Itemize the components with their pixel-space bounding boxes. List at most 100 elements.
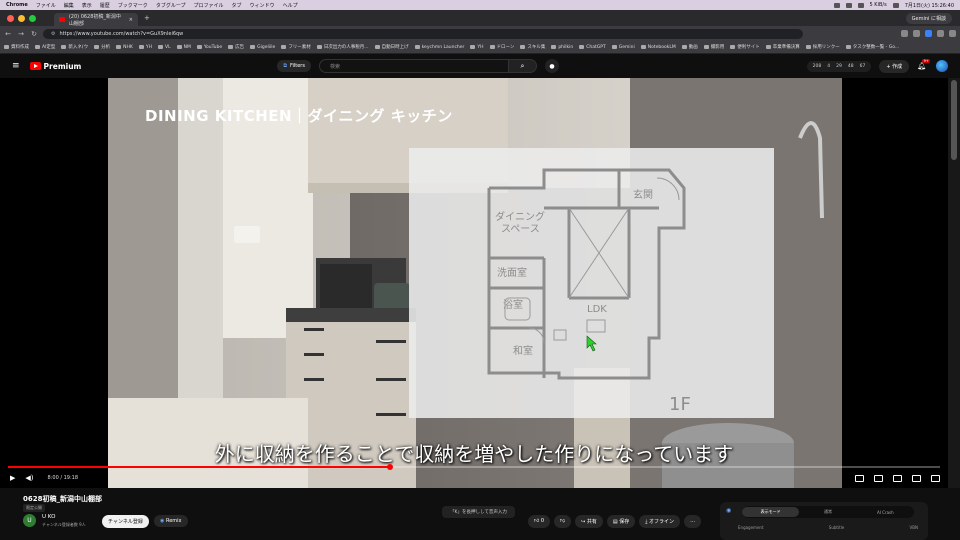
menu-item-window[interactable]: ウィンドウ [250,2,275,9]
site-info-icon[interactable]: ⚙ [51,31,55,37]
search-input[interactable]: 検索 [318,59,509,73]
bookmark-item[interactable]: NHK [116,45,133,50]
bookmark-label: ドローン [496,45,515,50]
notifications-bell-icon[interactable]: 🔔︎ 9+ [917,59,931,70]
settings-gear-icon[interactable] [893,474,902,482]
extension-icon[interactable] [937,30,944,37]
room-label-entrance: 玄関 [633,188,653,201]
zoom-window-button[interactable] [29,14,36,22]
bookmark-item[interactable]: 分析 [94,44,110,50]
room-label-dining: ダイニング [495,210,545,223]
bookmark-item[interactable]: フリー素材 [281,44,311,50]
bookmark-item[interactable]: 広告 [228,44,244,50]
menu-icon[interactable] [949,30,956,37]
bookmark-item[interactable]: AI定型 [35,44,55,50]
bookmark-item[interactable]: Gigeliile [250,45,275,50]
bookmark-item[interactable]: NotebookLM [640,45,676,50]
bookmark-item[interactable]: 資料作成 [4,44,29,50]
bookmark-item[interactable]: ドローン [489,44,515,50]
theater-mode-icon[interactable] [912,474,921,482]
more-actions-button[interactable]: … [684,515,702,528]
bookmark-item[interactable]: VL [158,45,171,50]
miniplayer-icon[interactable] [855,474,864,482]
channel-avatar[interactable]: U [23,514,36,527]
mode-tab-display[interactable]: 表示モード [742,507,800,517]
menu-item-help[interactable]: ヘルプ [283,2,298,9]
bookmark-item[interactable]: YH [470,45,484,50]
extension-icon[interactable] [901,30,908,37]
bookmark-item[interactable]: 卒業準備決算 [765,44,800,50]
channel-name[interactable]: U KO [42,514,55,520]
subscribe-button[interactable]: チャンネル登録 [102,515,149,528]
filters-button[interactable]: ⧉ Filters [277,60,311,72]
menu-app-name[interactable]: Chrome [6,2,28,8]
voice-search-button[interactable]: ● [544,59,559,73]
bookmark-item[interactable]: 採用リンクー [805,44,840,50]
volume-icon[interactable]: ◀) [25,474,33,482]
extension-icon[interactable] [913,30,920,37]
search-button[interactable]: ⌕ [508,59,537,73]
extension-icon[interactable] [925,30,932,37]
like-button[interactable]: 👍︎ 0 [528,515,551,528]
bookmark-item[interactable]: keychmn Launcher [414,45,464,50]
gemini-button[interactable]: Gemini に相談 [905,12,952,24]
bookmark-label: 採用リンクー [812,45,840,50]
minimize-window-button[interactable] [18,14,25,22]
bookmark-item[interactable]: タスク整数一覧 - Go... [845,44,899,50]
account-avatar[interactable] [936,60,948,72]
close-window-button[interactable] [7,14,14,22]
menu-item-file[interactable]: ファイル [36,2,56,9]
reload-icon[interactable]: ↻ [30,30,38,38]
browser-tab-active[interactable]: (20) 0628初稿_新潟中山棚部 × [54,13,138,27]
mode-tab-normal[interactable]: 通常 [799,509,856,515]
share-button[interactable]: ↪ 共有 [575,515,603,528]
channel-stats-widget[interactable]: 208 4 29 48 67 [806,60,872,72]
video-progress-bar[interactable] [8,464,940,470]
hamburger-menu-icon[interactable]: ≡ [12,61,20,71]
address-bar[interactable]: ⚙ https://www.youtube.com/watch?v=GuX9nl… [43,28,803,39]
bookmark-item[interactable]: 自動日時上げ [374,44,409,50]
status-icon[interactable] [845,2,852,8]
mode-tab-ai[interactable]: AI Crash [857,510,914,515]
video-player[interactable]: DINING KITCHEN｜ダイニング キッチン ダイニング スペース 玄関 … [0,78,948,488]
bookmark-item[interactable]: NM [176,45,191,50]
bookmark-item[interactable]: YH [138,45,152,50]
create-button[interactable]: + 作成 [879,59,910,73]
dislike-button[interactable]: 👎︎ [554,515,572,528]
fullscreen-icon[interactable] [931,474,940,482]
forward-arrow-icon[interactable]: → [17,30,25,38]
bookmark-item[interactable]: 便利サイト [730,44,760,50]
captions-icon[interactable] [874,474,883,482]
battery-icon[interactable] [892,2,899,8]
bookmark-item[interactable]: 日次出力の人事税月... [316,44,369,50]
save-button[interactable]: ▤ 保存 [606,515,636,528]
bookmark-item[interactable]: ChatGPT [579,45,606,50]
bookmark-folder-icon [730,45,736,49]
menu-item-tabgroups[interactable]: タブグループ [156,2,186,9]
page-scrollbar-thumb[interactable] [951,80,957,160]
menu-item-history[interactable]: 履歴 [100,2,110,9]
youtube-logo[interactable]: Premium [29,62,81,71]
bookmark-item[interactable]: スキル集 [520,44,545,50]
room-label-bath: 浴室 [503,298,523,311]
menu-item-view[interactable]: 表示 [82,2,92,9]
bookmark-item[interactable]: 新入ネ(ウ [61,44,88,50]
bookmark-item[interactable]: 動画 [681,44,698,50]
bookmark-item[interactable]: Gemini [611,45,635,50]
bookmark-item[interactable]: YouTube [196,45,222,50]
menu-item-edit[interactable]: 編集 [64,2,74,9]
menu-item-bookmarks[interactable]: ブックマーク [118,2,148,9]
remix-button[interactable]: ◉ Remix [154,515,188,527]
download-button[interactable]: ⤓ オフライン [639,515,681,528]
new-tab-button[interactable]: + [144,14,150,22]
bookmark-item[interactable]: 撮影用 [703,44,724,50]
menu-item-profile[interactable]: プロファイル [194,2,224,9]
menubar-clock[interactable]: 7月1日(火) 15:26:40 [905,2,954,9]
back-arrow-icon[interactable]: ← [4,30,12,38]
play-icon[interactable]: ▶ [10,474,15,482]
wifi-icon[interactable] [857,2,864,8]
tab-close-icon[interactable]: × [129,17,133,23]
bookmark-item[interactable]: philkin [551,45,573,50]
status-icon[interactable] [833,2,840,8]
menu-item-tab[interactable]: タブ [232,2,242,9]
